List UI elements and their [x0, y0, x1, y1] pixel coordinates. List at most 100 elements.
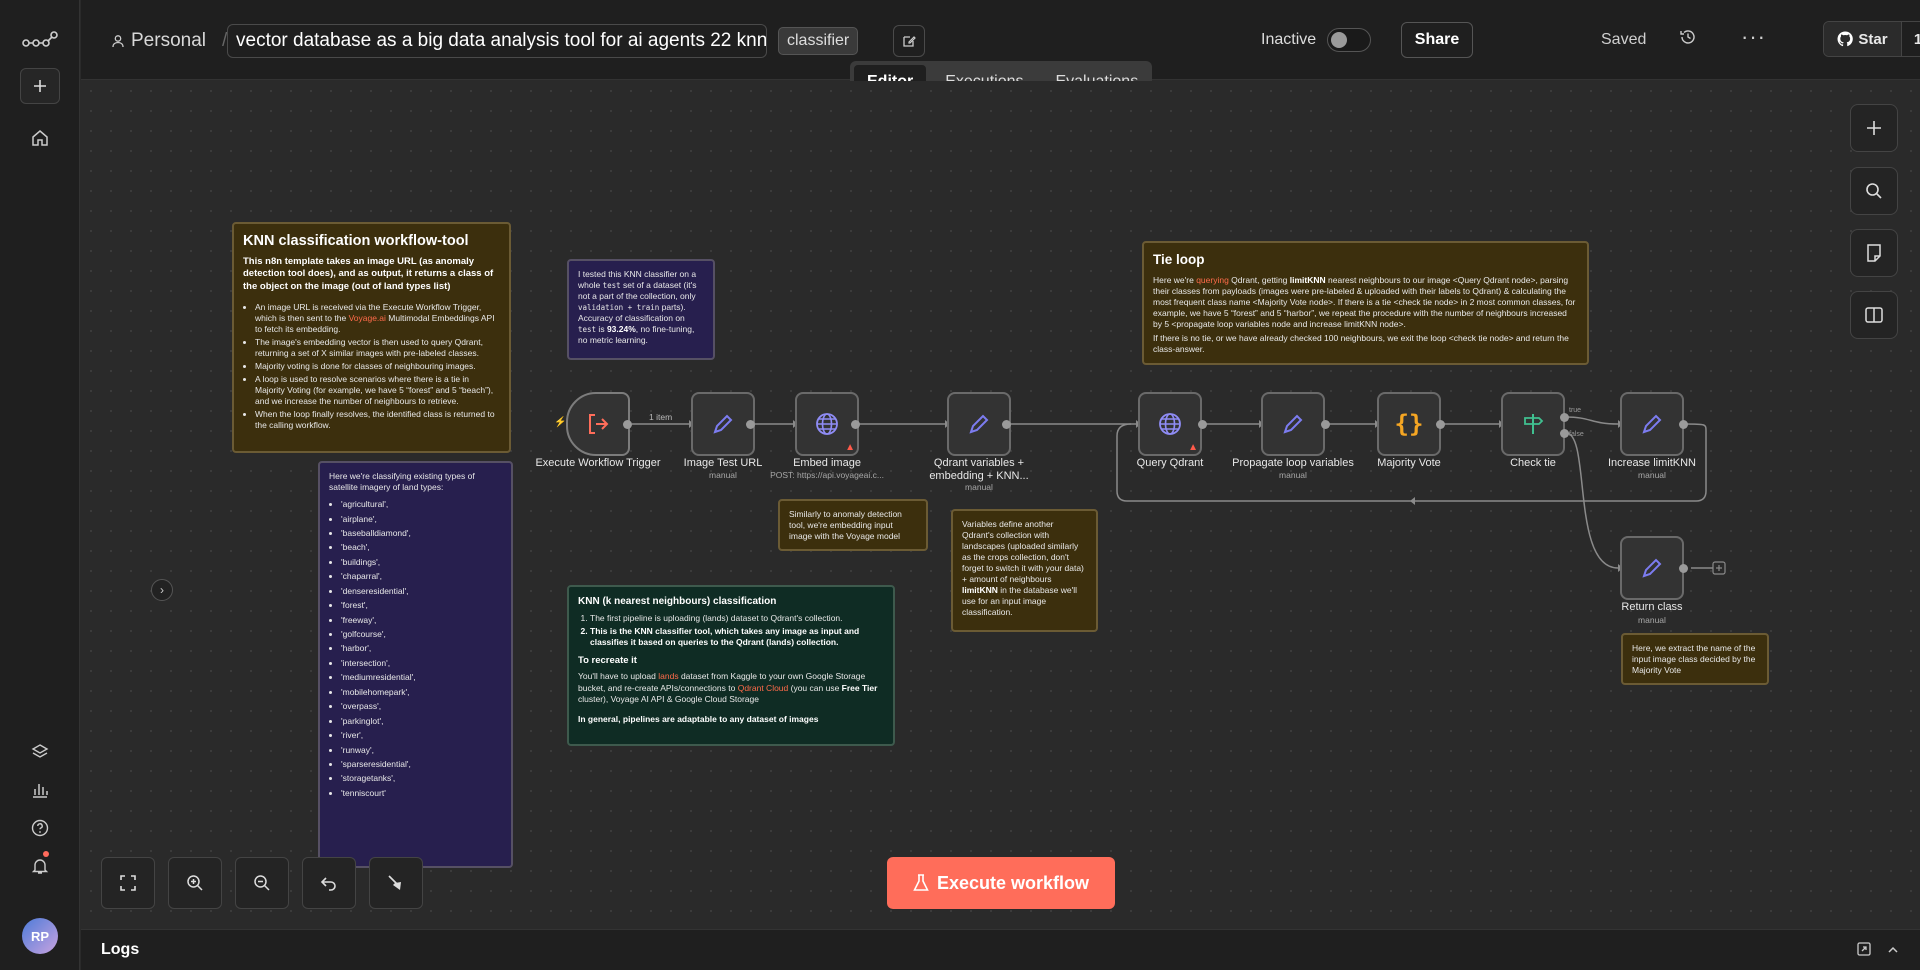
land-type-item: 'sparseresidential', — [341, 759, 502, 770]
sticky-note-return[interactable]: Here, we extract the name of the input i… — [1621, 633, 1769, 685]
github-star[interactable]: Star — [1824, 22, 1902, 56]
output-handle[interactable] — [623, 420, 632, 429]
execute-workflow-button[interactable]: Execute workflow — [887, 857, 1115, 909]
arrowhead — [1410, 497, 1415, 505]
output-handle[interactable] — [851, 420, 860, 429]
node-subtitle: manual — [1638, 470, 1666, 480]
tidy-up-button[interactable] — [369, 857, 423, 909]
pencil-icon — [1642, 414, 1662, 434]
notification-dot — [43, 851, 49, 857]
toggle-panel-button[interactable] — [1850, 291, 1898, 339]
sticky-bullet: Majority voting is done for classes of n… — [255, 361, 500, 372]
output-handle[interactable] — [1002, 420, 1011, 429]
node-execute-workflow-trigger[interactable] — [566, 392, 630, 456]
breadcrumb[interactable]: Personal / — [111, 30, 227, 52]
help-icon[interactable] — [20, 810, 60, 846]
sticky-note-variables[interactable]: Variables define another Qdrant's collec… — [951, 509, 1098, 632]
land-type-item: 'beach', — [341, 542, 502, 553]
node-return-class[interactable] — [1620, 536, 1684, 600]
sticky-note-tie-loop[interactable]: Tie loop Here we're querying Qdrant, get… — [1142, 241, 1589, 365]
fit-view-icon — [120, 875, 136, 891]
add-node-plus — [1716, 565, 1722, 571]
history-icon[interactable] — [1679, 28, 1697, 51]
n8n-logo-icon[interactable] — [20, 22, 60, 58]
pencil-icon — [969, 414, 989, 434]
qdrant-cloud-link[interactable]: Qdrant Cloud — [738, 683, 789, 693]
sticky-text: I tested this KNN classifier on a whole … — [578, 269, 697, 346]
output-handle[interactable] — [1436, 420, 1445, 429]
land-types-list: 'agricultural', 'airplane', 'baseballdiamo… — [329, 499, 502, 799]
output-handle[interactable] — [1321, 420, 1330, 429]
pop-out-icon[interactable] — [1857, 942, 1871, 961]
add-sticky-button[interactable] — [1850, 229, 1898, 277]
workflow-tag[interactable]: classifier — [778, 27, 859, 55]
node-query-qdrant[interactable]: ▲ — [1138, 392, 1202, 456]
chevron-up-icon[interactable] — [1887, 943, 1899, 961]
share-button[interactable]: Share — [1401, 22, 1473, 58]
node-check-tie[interactable] — [1501, 392, 1565, 456]
fit-view-button[interactable] — [101, 857, 155, 909]
output-handle[interactable] — [1679, 564, 1688, 573]
zoom-in-button[interactable] — [168, 857, 222, 909]
node-propagate-loop-variables[interactable] — [1261, 392, 1325, 456]
output-handle-false[interactable] — [1560, 429, 1569, 438]
false-branch-label: false — [1569, 431, 1584, 438]
node-majority-vote[interactable]: {} — [1377, 392, 1441, 456]
undo-button[interactable] — [302, 857, 356, 909]
workflow-name-input[interactable]: vector database as a big data analysis t… — [227, 24, 767, 58]
land-type-item: 'parkinglot', — [341, 716, 502, 727]
sticky-note-embed[interactable]: Similarly to anomaly detection tool, we'… — [778, 499, 928, 551]
sticky-title: Here we're classifying existing types of… — [329, 471, 475, 493]
output-handle-true[interactable] — [1560, 413, 1569, 422]
workflow-canvas[interactable]: › 1 item true false KNN classification w… — [81, 81, 1920, 929]
land-type-item: 'golfcourse', — [341, 629, 502, 640]
insights-icon[interactable] — [20, 772, 60, 808]
search-nodes-button[interactable] — [1850, 167, 1898, 215]
node-subtitle: manual — [1638, 615, 1666, 625]
github-star-label: Star — [1858, 30, 1888, 48]
signpost-icon — [1524, 414, 1544, 434]
output-handle[interactable] — [746, 420, 755, 429]
land-type-item: 'tenniscourt' — [341, 788, 502, 799]
node-embed-image[interactable]: ▲ — [795, 392, 859, 456]
sticky-text: Here, we extract the name of the input i… — [1632, 643, 1756, 676]
notifications-icon[interactable] — [20, 848, 60, 884]
sticky-title: Tie loop — [1153, 252, 1205, 267]
logs-panel[interactable]: Logs — [81, 929, 1920, 970]
active-status-label: Inactive — [1261, 31, 1317, 48]
sticky-text: Similarly to anomaly detection tool, we'… — [789, 509, 902, 542]
zoom-out-button[interactable] — [235, 857, 289, 909]
project-name[interactable]: Personal — [131, 30, 206, 52]
node-label: Query Qdrant — [1136, 457, 1204, 469]
edit-icon — [903, 36, 916, 47]
land-type-item: 'harbor', — [341, 643, 502, 654]
sticky-note-land-types[interactable]: Here we're classifying existing types of… — [318, 461, 513, 868]
land-type-item: 'storagetanks', — [341, 773, 502, 784]
create-button[interactable] — [20, 68, 60, 104]
trigger-bolt-icon: ⚡ — [554, 417, 567, 428]
undo-icon — [320, 877, 336, 891]
sticky-note-accuracy[interactable]: I tested this KNN classifier on a whole … — [567, 259, 715, 360]
sticky-text: Variables define another Qdrant's collec… — [962, 519, 1084, 618]
sticky-note-knn[interactable]: KNN (k nearest neighbours) classificatio… — [567, 585, 895, 746]
active-toggle[interactable] — [1327, 28, 1371, 52]
land-type-item: 'runway', — [341, 745, 502, 756]
templates-icon[interactable] — [20, 734, 60, 770]
node-subtitle: manual — [1279, 470, 1307, 480]
sign-out-icon — [589, 414, 609, 434]
github-star-button[interactable]: Star 158,918 — [1823, 21, 1920, 57]
output-handle[interactable] — [1679, 420, 1688, 429]
add-node-button[interactable] — [1850, 104, 1898, 152]
voyage-link[interactable]: Voyage.ai — [349, 313, 386, 323]
node-label: Qdrant variables + embedding + KNN... — [929, 457, 1029, 483]
land-type-item: 'agricultural', — [341, 499, 502, 510]
edit-tags-button[interactable] — [893, 25, 925, 57]
home-icon[interactable] — [20, 120, 60, 156]
user-icon — [112, 35, 124, 48]
node-increase-limitknn[interactable] — [1620, 392, 1684, 456]
sticky-note-intro[interactable]: KNN classification workflow-tool This n8… — [232, 222, 511, 453]
avatar[interactable]: RP — [22, 918, 58, 954]
output-handle[interactable] — [1198, 420, 1207, 429]
more-options-button[interactable]: ··· — [1741, 24, 1766, 50]
lands-link[interactable]: lands — [658, 671, 678, 681]
